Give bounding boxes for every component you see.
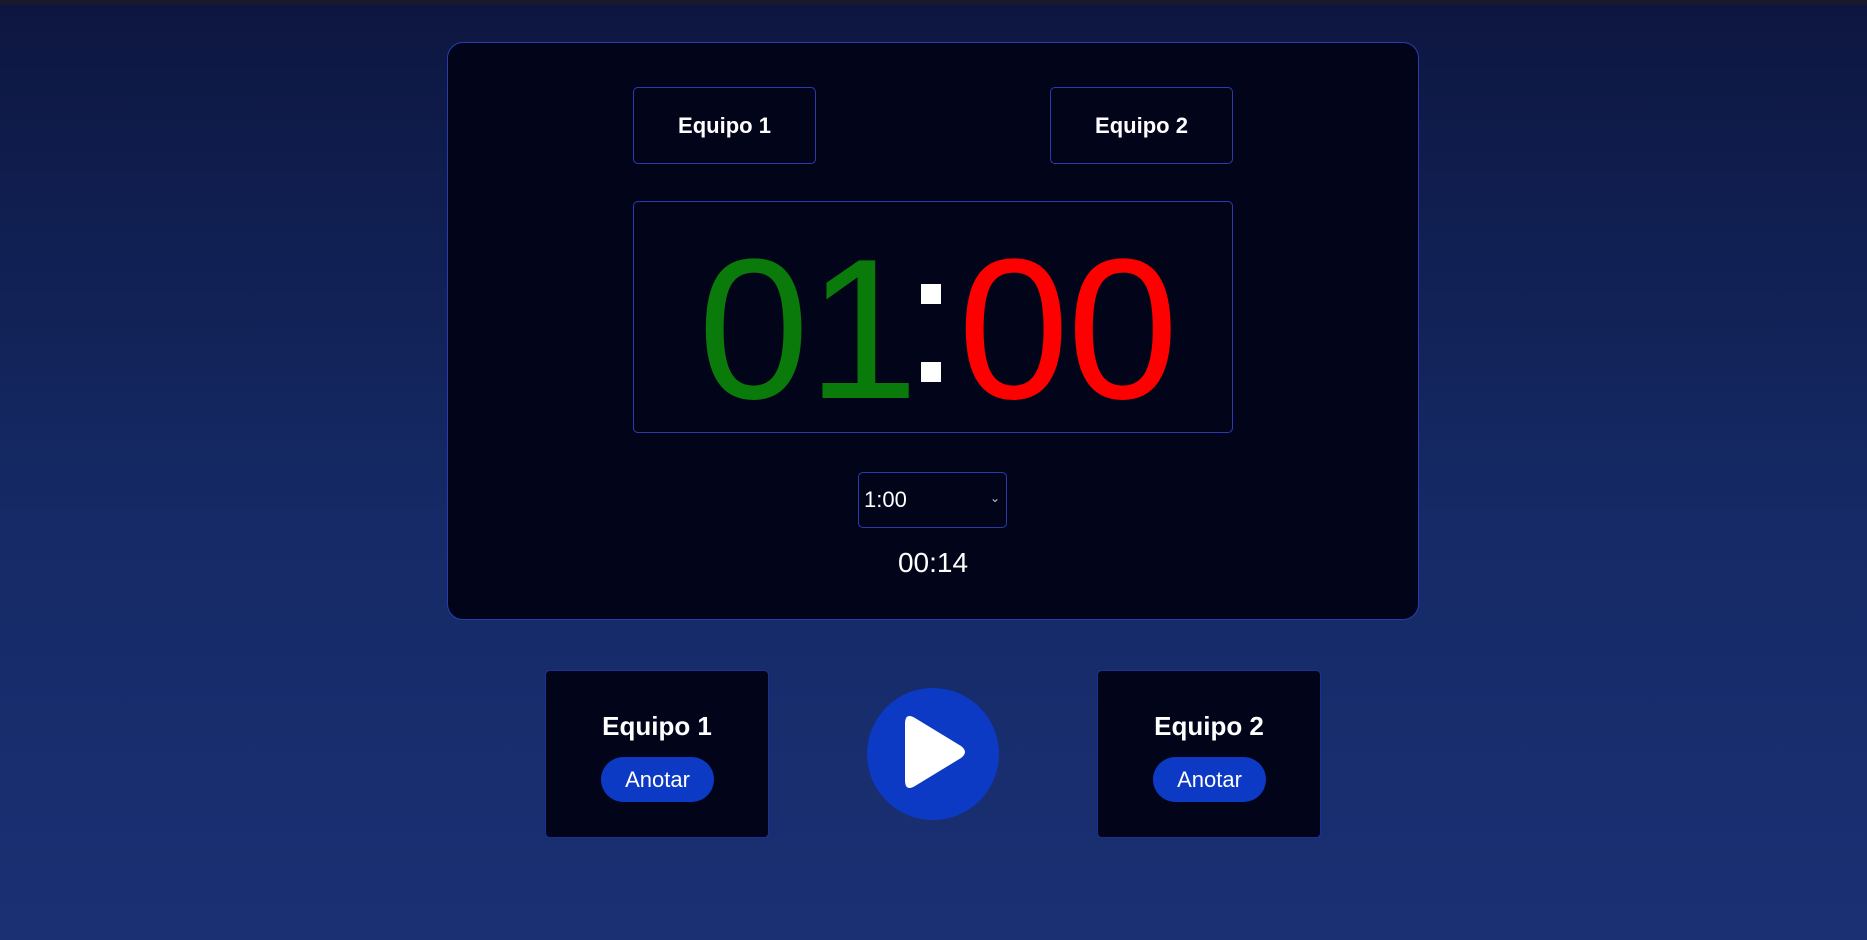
countdown-clock: 01 00 [633, 201, 1233, 433]
duration-selected-value: 1:00 [864, 487, 907, 512]
team1-name-box[interactable]: Equipo 1 [633, 87, 816, 164]
team1-card-title: Equipo 1 [602, 711, 712, 741]
team1-card: Equipo 1 Anotar [545, 670, 769, 838]
team2-score-button[interactable]: Anotar [1153, 757, 1266, 802]
top-bar [0, 0, 1867, 5]
scoreboard-panel: Equipo 1 Equipo 2 01 00 1:00 ⌄ 00:14 [447, 42, 1419, 620]
team1-name: Equipo 1 [678, 112, 771, 138]
team2-name-box[interactable]: Equipo 2 [1050, 87, 1233, 164]
duration-select[interactable]: 1:00 ⌄ [858, 472, 1007, 528]
play-button[interactable] [867, 688, 999, 820]
team2-card: Equipo 2 Anotar [1097, 670, 1321, 838]
colon-bottom-dot [921, 362, 941, 382]
chevron-down-icon: ⌄ [989, 491, 1000, 505]
colon-top-dot [921, 284, 941, 304]
play-icon [905, 716, 965, 788]
team2-name: Equipo 2 [1095, 112, 1188, 138]
team1-score-button[interactable]: Anotar [601, 757, 714, 802]
team2-card-title: Equipo 2 [1154, 711, 1264, 741]
clock-seconds: 00 [958, 218, 1178, 441]
elapsed-time: 00:14 [897, 547, 969, 578]
clock-minutes: 01 [698, 218, 918, 441]
